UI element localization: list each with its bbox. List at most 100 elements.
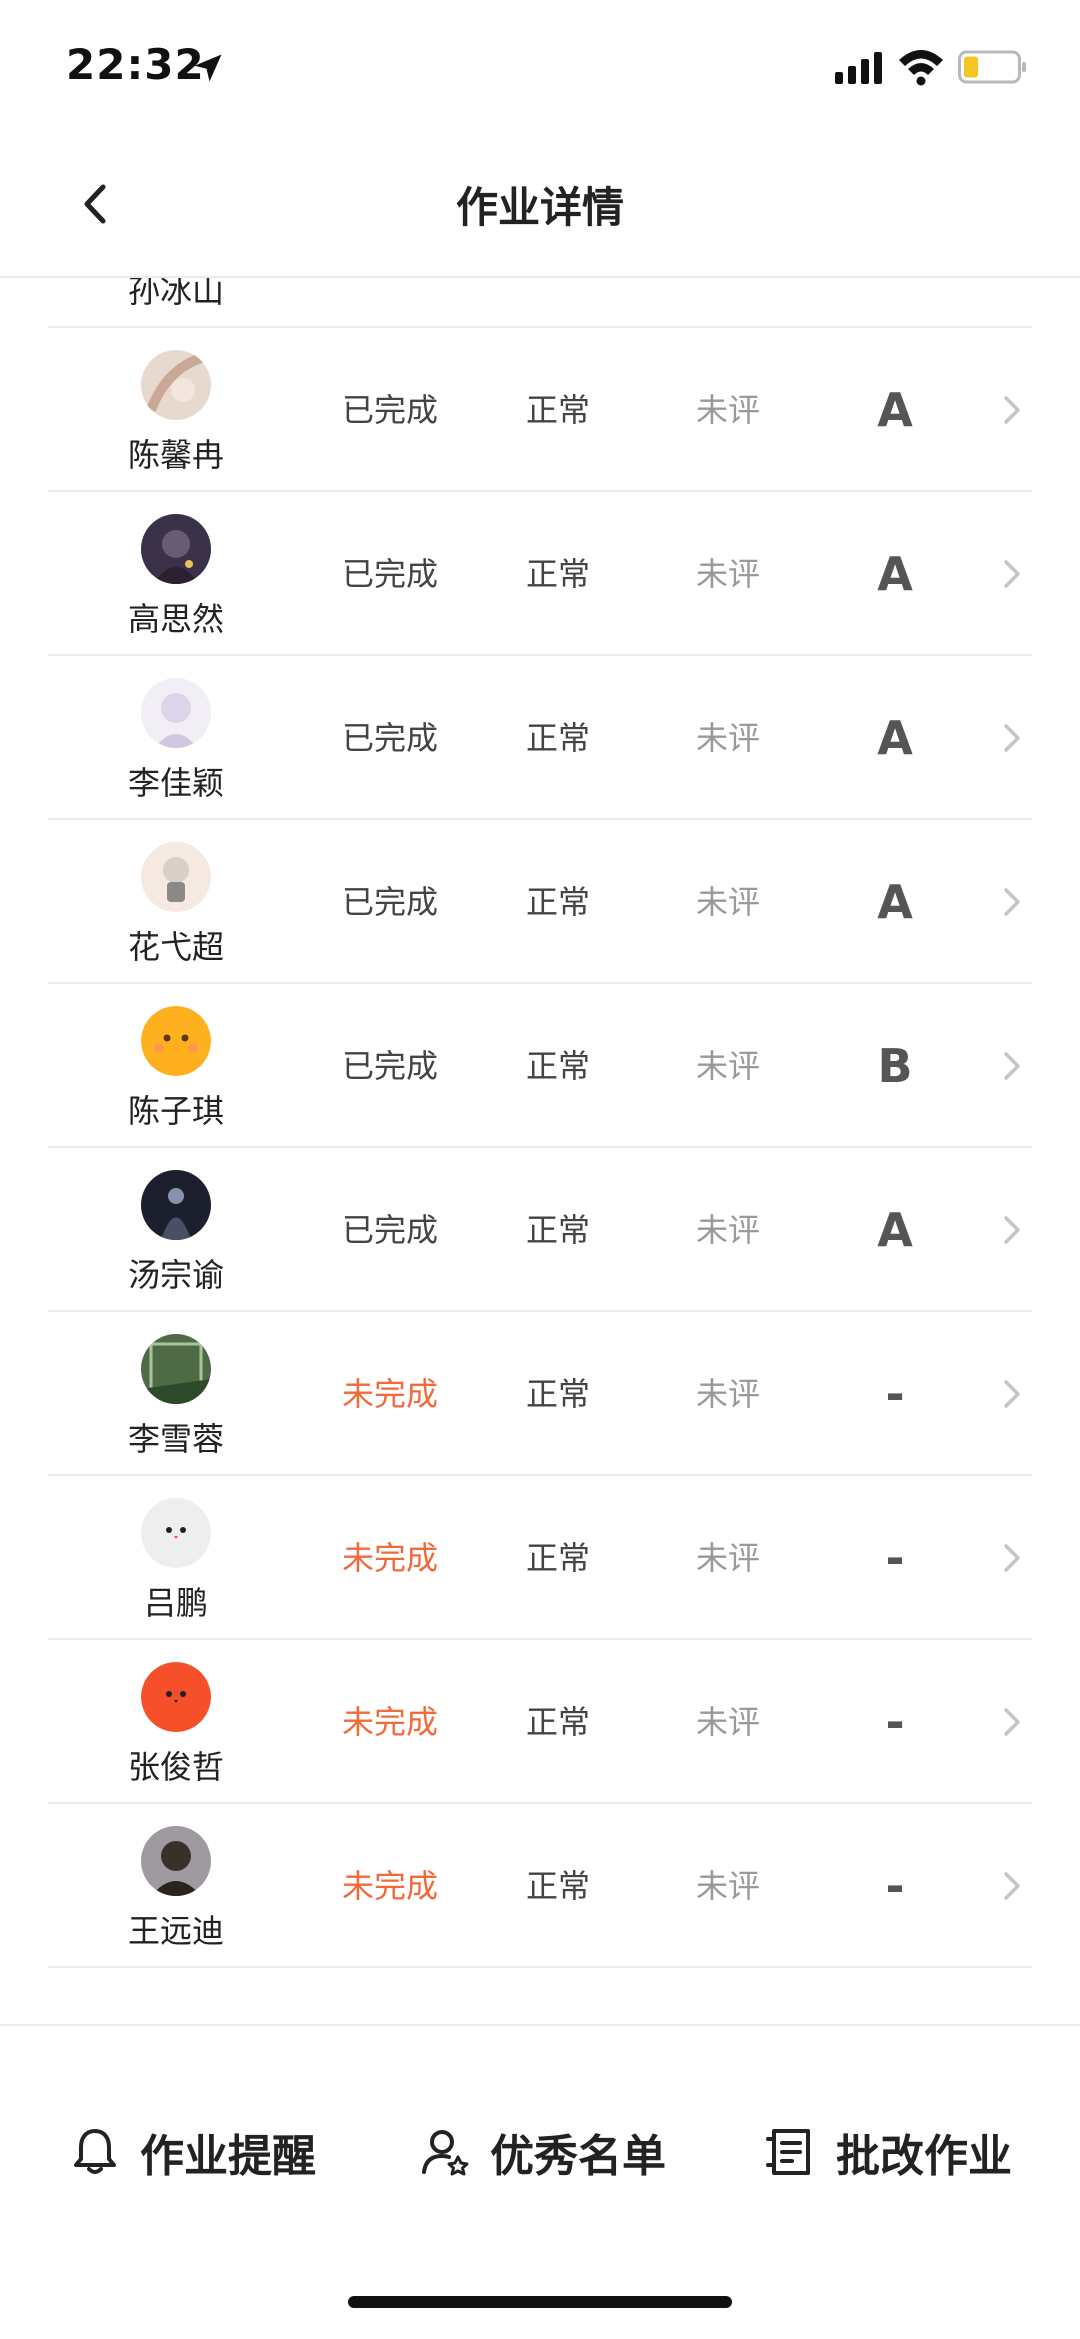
status-time: 22:32 <box>66 40 205 89</box>
avatar <box>141 514 211 584</box>
attendance-status: 正常 <box>525 719 590 757</box>
avatar <box>141 1334 211 1404</box>
completion-status: 已完成 <box>341 555 438 593</box>
grade-homework-button[interactable]: 批改作业 <box>764 2116 1012 2188</box>
battery-icon <box>958 50 1026 84</box>
avatar <box>141 678 211 748</box>
student-row[interactable]: 陈馨冉 已完成 正常 未评 A <box>0 328 1080 492</box>
status-bar: 22:32 <box>0 0 1080 130</box>
attendance-status: 正常 <box>525 1375 590 1413</box>
student-name: 张俊哲 <box>127 1748 224 1786</box>
attendance-status: 正常 <box>525 1211 590 1249</box>
cellular-signal-icon <box>835 52 882 84</box>
student-row[interactable]: 孙冰山 已完成正常未评A <box>0 278 1080 328</box>
review-status: 未评 <box>695 1867 760 1905</box>
completion-status: 已完成 <box>300 278 480 328</box>
chevron-right-icon <box>1004 396 1020 424</box>
chevron-right-icon <box>1004 1216 1020 1244</box>
avatar <box>141 350 211 420</box>
student-row[interactable]: 吕鹏 未完成 正常 未评 - <box>0 1476 1080 1640</box>
review-status: 未评 <box>648 278 808 328</box>
completion-status: 未完成 <box>341 1867 438 1905</box>
location-arrow-icon <box>194 54 222 82</box>
completion-status: 未完成 <box>341 1703 438 1741</box>
attendance-status: 正常 <box>525 1867 590 1905</box>
completion-status: 已完成 <box>341 719 438 757</box>
student-name: 王远迪 <box>127 1912 224 1950</box>
chevron-right-icon <box>1004 1544 1020 1572</box>
student-row[interactable]: 李佳颖 已完成 正常 未评 A <box>0 656 1080 820</box>
student-row[interactable]: 李雪蓉 未完成 正常 未评 - <box>0 1312 1080 1476</box>
clipboard-edit-icon <box>766 2129 810 2175</box>
grade-value: - <box>885 1367 905 1421</box>
avatar <box>141 1826 211 1896</box>
wifi-icon <box>899 50 943 86</box>
student-row[interactable]: 王远迪 未完成 正常 未评 - <box>0 1804 1080 1968</box>
grade-value: A <box>877 383 913 437</box>
excellent-list-label: 优秀名单 <box>490 2131 666 2182</box>
student-row[interactable]: 花弋超 已完成 正常 未评 A <box>0 820 1080 984</box>
grade-value: A <box>877 547 913 601</box>
chevron-right-icon <box>1004 724 1020 752</box>
student-name: 花弋超 <box>127 928 224 966</box>
page-title: 作业详情 <box>455 183 624 232</box>
student-name: 高思然 <box>127 600 224 638</box>
grade-value: A <box>877 1203 913 1257</box>
avatar <box>141 1006 211 1076</box>
completion-status: 未完成 <box>341 1375 438 1413</box>
attendance-status: 正常 <box>525 391 590 429</box>
grade-value: - <box>885 1695 905 1749</box>
completion-status: 已完成 <box>341 1047 438 1085</box>
student-row[interactable]: 汤宗谕 已完成 正常 未评 A <box>0 1148 1080 1312</box>
chevron-right-icon <box>1004 1872 1020 1900</box>
review-status: 未评 <box>695 1211 760 1249</box>
bottom-toolbar: 作业提醒 优秀名单 批改作业 <box>0 2024 1080 2339</box>
attendance-status: 正常 <box>525 1703 590 1741</box>
review-status: 未评 <box>695 1539 760 1577</box>
completion-status: 已完成 <box>341 883 438 921</box>
chevron-right-icon <box>1004 888 1020 916</box>
student-list[interactable]: 孙冰山已完成正常未评A陈馨冉已完成正常未评A高思然已完成正常未评A李佳颖已完成正… <box>0 278 1080 2024</box>
attendance-status: 正常 <box>478 278 638 328</box>
avatar <box>141 842 211 912</box>
grade-value: - <box>885 1859 905 1913</box>
grade-value: A <box>820 278 970 328</box>
avatar <box>141 1170 211 1240</box>
review-status: 未评 <box>695 883 760 921</box>
excellent-list-button[interactable]: 优秀名单 <box>418 2116 666 2188</box>
chevron-right-icon <box>1004 560 1020 588</box>
review-status: 未评 <box>695 719 760 757</box>
review-status: 未评 <box>695 1703 760 1741</box>
completion-status: 已完成 <box>341 391 438 429</box>
review-status: 未评 <box>695 391 760 429</box>
attendance-status: 正常 <box>525 883 590 921</box>
completion-status: 未完成 <box>341 1539 438 1577</box>
homework-reminder-button[interactable]: 作业提醒 <box>68 2116 316 2188</box>
review-status: 未评 <box>695 1047 760 1085</box>
grade-value: A <box>877 875 913 929</box>
chevron-right-icon <box>1004 1380 1020 1408</box>
grade-value: A <box>877 711 913 765</box>
nav-bar: 作业详情 <box>0 130 1080 278</box>
avatar <box>141 1662 211 1732</box>
homework-reminder-label: 作业提醒 <box>140 2131 316 2182</box>
chevron-right-icon <box>1004 1708 1020 1736</box>
home-indicator[interactable] <box>348 2296 732 2308</box>
chevron-right-icon <box>1004 1052 1020 1080</box>
review-status: 未评 <box>695 555 760 593</box>
user-star-icon <box>422 2130 469 2176</box>
bell-icon <box>74 2129 116 2174</box>
student-name: 李雪蓉 <box>127 1420 224 1458</box>
attendance-status: 正常 <box>525 1539 590 1577</box>
student-row[interactable]: 高思然 已完成 正常 未评 A <box>0 492 1080 656</box>
student-row[interactable]: 陈子琪 已完成 正常 未评 B <box>0 984 1080 1148</box>
student-row[interactable]: 张俊哲 未完成 正常 未评 - <box>0 1640 1080 1804</box>
student-name: 孙冰山 <box>127 278 224 310</box>
attendance-status: 正常 <box>525 555 590 593</box>
grade-homework-label: 批改作业 <box>836 2131 1012 2182</box>
student-name: 李佳颖 <box>127 764 224 802</box>
student-name: 汤宗谕 <box>127 1256 224 1294</box>
grade-value: - <box>885 1531 905 1585</box>
student-name: 吕鹏 <box>143 1584 208 1622</box>
student-name: 陈馨冉 <box>127 436 224 474</box>
